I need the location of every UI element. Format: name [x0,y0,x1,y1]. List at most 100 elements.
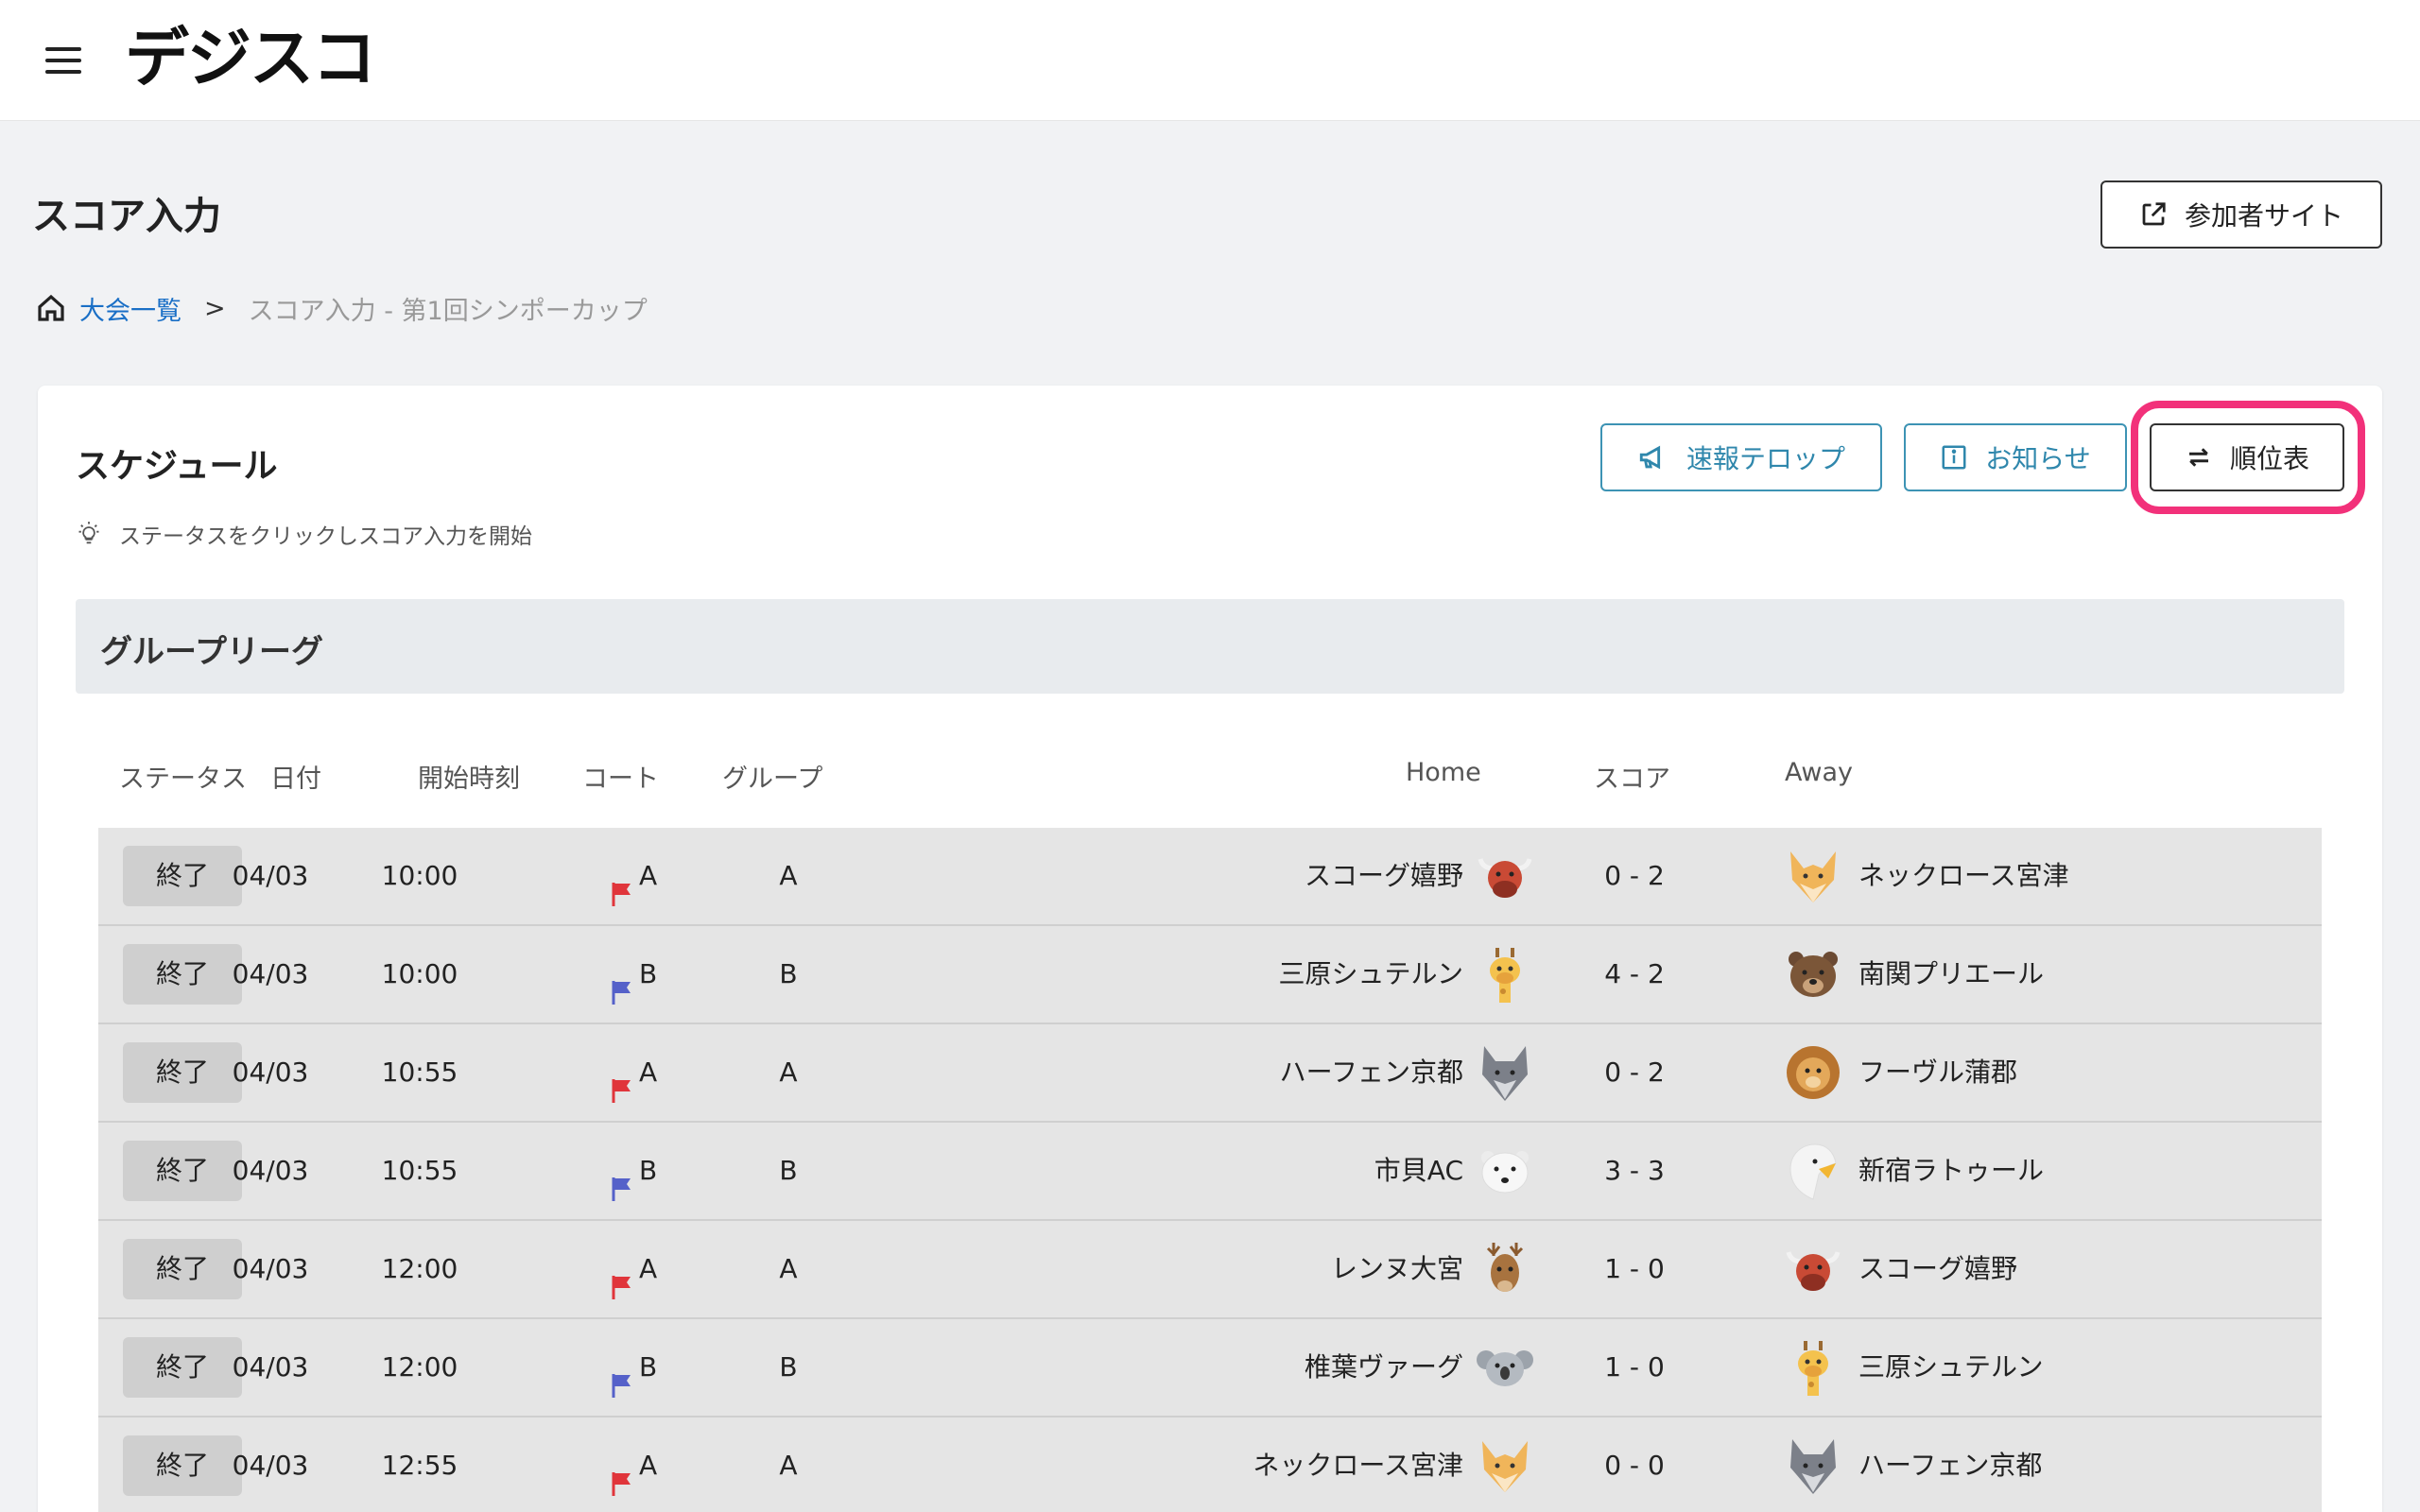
match-time: 10:00 [381,958,458,989]
away-team-icon [1783,1418,1843,1512]
column-group: グループ [722,765,823,794]
menu-icon[interactable] [45,47,81,74]
lion-icon [1787,1046,1840,1099]
match-court: A [611,1221,696,1317]
schedule-hint: ステータスをクリックしスコア入力を開始 [76,518,532,550]
table-row[interactable]: 終了 04/03 12:00 B B 椎葉ヴァーグ 1 - 0 三原シュテルン [98,1319,2322,1418]
away-team: 新宿ラトゥール [1858,1155,2045,1186]
eagle-icon [1789,1143,1837,1200]
home-icon[interactable] [36,293,66,323]
table-row[interactable]: 終了 04/03 10:00 A A スコーグ嬉野 0 - 2 ネックロース宮津 [98,828,2322,926]
match-date: 04/03 [232,1253,309,1284]
blue-flag-icon [612,981,631,1005]
fox-icon [1482,1441,1528,1492]
away-team-icon [1783,1319,1843,1416]
standings-button[interactable]: 順位表 [2150,423,2344,491]
home-team: スコーグ嬉野 [1304,860,1463,891]
match-time: 12:00 [381,1253,458,1284]
match-group: A [779,1253,798,1284]
away-team: ネックロース宮津 [1858,860,2069,891]
home-team-icon [1475,1123,1535,1219]
home-team: 椎葉ヴァーグ [1304,1351,1463,1383]
external-link-icon [2142,202,2166,226]
participant-site-label: 参加者サイト [2184,200,2343,232]
breadcrumb-tournament-list-link[interactable]: 大会一覧 [79,290,182,327]
home-team-icon [1475,926,1535,1022]
match-date: 04/03 [232,1057,309,1088]
match-group: B [779,958,798,989]
match-time: 10:55 [381,1057,458,1088]
match-time: 10:00 [381,860,458,891]
match-court: A [611,1418,696,1512]
app-logo[interactable]: デジスコ [125,17,376,102]
match-group: B [779,1155,798,1186]
match-score: 3 - 3 [1604,1155,1665,1186]
column-home: Home [1406,758,1481,787]
red-flag-icon [612,1276,631,1299]
notice-button-label: お知らせ [1985,443,2091,474]
match-table-body: 終了 04/03 10:00 A A スコーグ嬉野 0 - 2 ネックロース宮津… [98,828,2322,1512]
giraffe-icon [1798,1341,1828,1396]
table-row[interactable]: 終了 04/03 10:55 B B 市貝AC 3 - 3 新宿ラトゥール [98,1123,2322,1221]
match-group: B [779,1351,798,1383]
wolf-icon [1482,1046,1528,1101]
ticker-button-label: 速報テロップ [1685,443,1845,474]
schedule-title: スケジュール [76,447,278,486]
match-time: 10:55 [381,1155,458,1186]
table-row[interactable]: 終了 04/03 12:55 A A ネックロース宮津 0 - 0 ハーフェン京… [98,1418,2322,1512]
table-row[interactable]: 終了 04/03 12:00 A A レンヌ大宮 1 - 0 スコーグ嬉野 [98,1221,2322,1319]
bear-icon [1789,952,1838,997]
table-header: ステータス 日付 開始時刻 コート グループ Home スコア Away [98,745,2360,801]
match-court: B [611,1319,696,1416]
match-group: A [779,1057,798,1088]
match-group: A [779,1450,798,1481]
match-court: B [611,1123,696,1219]
swap-arrows-icon [2188,448,2208,467]
schedule-card: スケジュール ステータスをクリックしスコア入力を開始 速報テロップ お知らせ 順… [38,386,2382,1512]
away-team-icon [1783,926,1843,1022]
match-date: 04/03 [232,1155,309,1186]
breadcrumb-current: スコア入力 - 第1回シンポーカップ [248,296,648,326]
top-bar: デジスコ [0,0,2420,121]
home-team-icon [1475,1418,1535,1512]
home-team: ハーフェン京都 [1279,1057,1463,1088]
wolf-icon [1790,1439,1836,1494]
page-title: スコア入力 [32,195,221,238]
home-team: ネックロース宮津 [1253,1450,1463,1481]
fox-icon [1790,851,1836,902]
participant-site-button[interactable]: 参加者サイト [2100,180,2382,249]
away-team-icon [1783,1221,1843,1317]
blue-flag-icon [612,1374,631,1398]
column-court: コート [582,765,659,794]
court-label: A [639,1253,658,1284]
notice-button[interactable]: お知らせ [1904,423,2127,491]
home-team-icon [1475,828,1535,924]
match-time: 12:55 [381,1450,458,1481]
table-row[interactable]: 終了 04/03 10:55 A A ハーフェン京都 0 - 2 フーヴル蒲郡 [98,1024,2322,1123]
away-team: ハーフェン京都 [1858,1450,2043,1481]
away-team-icon [1783,1024,1843,1121]
breadcrumb: 大会一覧 > スコア入力 - 第1回シンポーカップ [36,287,648,329]
court-label: A [639,1450,658,1481]
match-date: 04/03 [232,860,309,891]
schedule-hint-text: ステータスをクリックしスコア入力を開始 [119,524,532,549]
match-group: A [779,860,798,891]
away-team: スコーグ嬉野 [1858,1253,2018,1284]
match-score: 0 - 2 [1604,860,1665,891]
table-row[interactable]: 終了 04/03 10:00 B B 三原シュテルン 4 - 2 南関プリエール [98,926,2322,1024]
court-label: B [639,1155,658,1186]
info-icon [1942,445,1966,470]
column-away: Away [1785,758,1853,787]
giraffe-icon [1490,948,1520,1003]
standings-button-label: 順位表 [2229,443,2309,474]
match-time: 12:00 [381,1351,458,1383]
match-score: 1 - 0 [1604,1351,1665,1383]
red-flag-icon [612,883,631,906]
ticker-button[interactable]: 速報テロップ [1600,423,1882,491]
deer-icon [1486,1243,1524,1292]
home-team: レンヌ大宮 [1330,1253,1463,1284]
away-team-icon [1783,1123,1843,1219]
bull-icon [1786,1251,1841,1291]
home-team: 市貝AC [1374,1155,1463,1186]
red-flag-icon [612,1079,631,1103]
